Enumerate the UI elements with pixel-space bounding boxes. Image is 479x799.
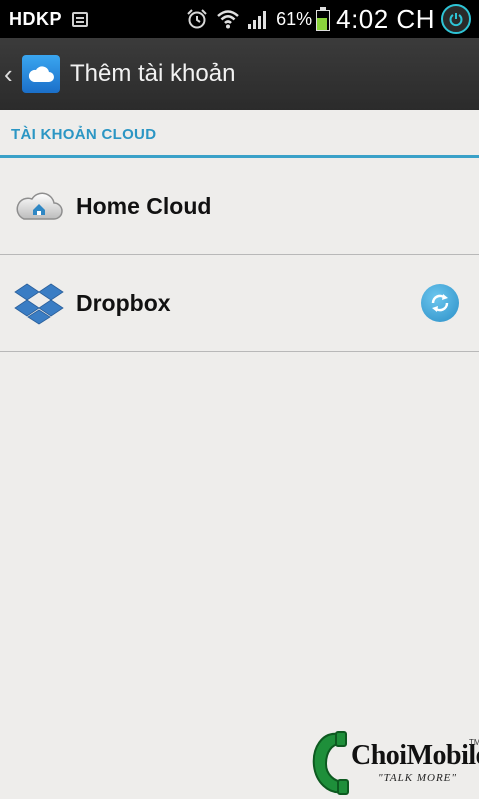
wifi-icon xyxy=(217,10,239,29)
account-label: Home Cloud xyxy=(76,192,212,219)
watermark-brand: ChoiMobile xyxy=(351,740,479,771)
battery-percent: 61% xyxy=(276,8,313,29)
section-header-label: TÀI KHOẢN CLOUD xyxy=(11,126,157,143)
clock: 4:02 CH xyxy=(336,3,435,34)
alarm-icon xyxy=(187,9,207,29)
action-bar: ‹ Thêm tài khoản xyxy=(0,38,479,110)
battery-icon xyxy=(316,7,331,31)
watermark-tagline: "TALK MORE" xyxy=(378,772,458,784)
power-icon[interactable] xyxy=(441,4,471,34)
phone-logo-icon xyxy=(312,731,349,795)
home-cloud-icon xyxy=(16,192,63,220)
page-title: Thêm tài khoản xyxy=(70,60,236,87)
account-item-home-cloud[interactable]: Home Cloud xyxy=(0,158,479,255)
dropbox-icon xyxy=(14,283,64,325)
back-icon[interactable]: ‹ xyxy=(4,59,18,90)
sync-icon[interactable] xyxy=(421,284,459,322)
status-icons: 61% 4:02 CH xyxy=(186,0,471,38)
account-item-dropbox[interactable]: Dropbox xyxy=(0,255,479,352)
watermark-tm: TM xyxy=(469,738,479,747)
cloud-icon[interactable] xyxy=(22,55,60,93)
account-label: Dropbox xyxy=(76,289,171,316)
status-bar: HDKP 61% 4:02 CH xyxy=(0,0,479,38)
signal-icon xyxy=(248,11,267,29)
watermark-logo: ChoiMobile "TALK MORE" TM xyxy=(306,728,479,798)
notification-icon xyxy=(72,11,89,27)
section-header: TÀI KHOẢN CLOUD xyxy=(0,110,479,158)
carrier-label: HDKP xyxy=(9,8,63,29)
